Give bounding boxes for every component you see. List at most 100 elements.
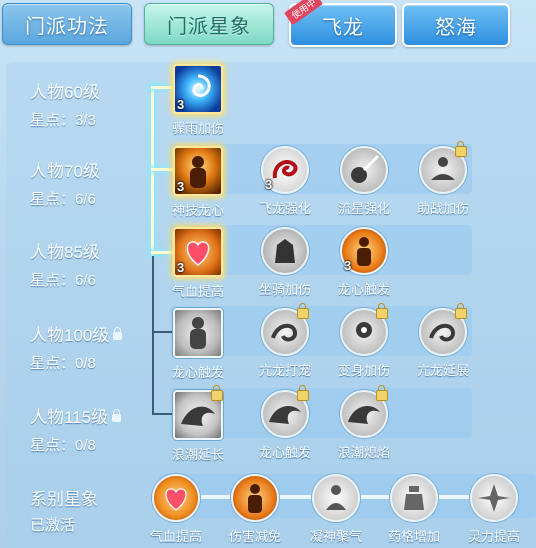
lock-icon (297, 385, 309, 401)
tab-flying-dragon[interactable]: 使用中 飞龙 (284, 0, 397, 47)
node-label: 气血提高 (171, 284, 224, 299)
level-value: 人物100级 (30, 326, 110, 345)
tab-angry-sea[interactable]: 怒海 (402, 3, 510, 47)
dragon-coil-icon (419, 303, 467, 356)
row-label-115: 人物115级 星点：0/8 (30, 403, 122, 455)
node-label: 助战加伤 (416, 201, 469, 216)
connector-line (151, 86, 154, 256)
storm-icon: 3 (173, 64, 223, 114)
node-label: 飞龙强化 (258, 201, 311, 216)
node-label: 亢龙打宠 (258, 363, 311, 378)
lock-icon (113, 327, 123, 340)
transform-icon (340, 303, 388, 356)
node-dragon-heart-trigger-2[interactable]: 龙心触发 (158, 308, 238, 381)
points-text: 星点：6/6 (30, 191, 96, 208)
node-kanglong-pet[interactable]: 亢龙打宠 (245, 303, 325, 379)
heart-icon (152, 474, 200, 522)
node-tide-extend[interactable]: 浪潮延长 (158, 385, 238, 463)
node-kanglong-extend[interactable]: 亢龙延展 (403, 303, 483, 379)
meteor-icon (340, 146, 388, 194)
series-status: 已激活 (30, 517, 76, 534)
series-title: 系别星象 (30, 490, 98, 509)
fire-figure-icon: 3 (340, 227, 388, 275)
figure-icon (173, 308, 223, 358)
meditate-icon (419, 141, 467, 194)
node-label: 亢龙延展 (416, 363, 469, 378)
node-label: 灵力提高 (467, 529, 520, 544)
level-value: 人物115级 (30, 408, 109, 427)
node-label: 流星强化 (337, 201, 390, 216)
node-dragon-heart-trigger-3[interactable]: 龙心触发 (245, 385, 325, 461)
level-text: 人物115级 (30, 403, 122, 428)
wave-icon (340, 385, 388, 438)
lock-icon (455, 303, 467, 319)
node-label: 坐骑加伤 (258, 282, 311, 297)
points-text: 星点：0/8 (30, 355, 96, 372)
node-storm[interactable]: 3 骤雨加伤 (158, 64, 238, 137)
heart-icon: 3 (173, 227, 223, 277)
series-damage-reduce[interactable]: 伤害减免 (215, 474, 295, 545)
star-count: 3 (344, 258, 352, 273)
level-text: 人物85级 (30, 243, 100, 262)
dragon-heart-icon: 3 (173, 146, 223, 196)
series-hp-boost[interactable]: 气血提高 (136, 474, 216, 545)
row-label-70: 人物70级 星点：6/6 (30, 157, 100, 209)
star-count: 3 (265, 177, 273, 192)
lock-icon (376, 303, 388, 319)
lock-icon (211, 385, 223, 401)
dragon-icon: 3 (261, 146, 309, 194)
node-flying-dragon[interactable]: 3 飞龙强化 (245, 146, 325, 217)
tab-sect-skills[interactable]: 门派功法 (2, 3, 132, 45)
tab-sect-constellation[interactable]: 门派星象 (144, 3, 274, 45)
level-text: 人物70级 (30, 162, 100, 181)
connector-line (152, 256, 154, 414)
node-meteor[interactable]: 流星强化 (324, 146, 404, 217)
row-label-100: 人物100级 星点：0/8 (30, 321, 123, 373)
wave-icon (173, 385, 223, 440)
node-label: 神技龙心 (171, 203, 224, 218)
series-focus[interactable]: 凝神聚气 (296, 474, 376, 545)
beast-icon (261, 227, 309, 275)
node-dragon-heart-trigger[interactable]: 3 龙心触发 (324, 227, 404, 298)
node-mount-damage[interactable]: 坐骑加伤 (245, 227, 325, 298)
node-assist-damage[interactable]: 助战加伤 (403, 141, 483, 217)
node-label: 气血提高 (149, 529, 202, 544)
lock-icon (297, 303, 309, 319)
node-label: 龙心触发 (171, 365, 224, 380)
dragon-coil-icon (261, 303, 309, 356)
node-label: 骤雨加伤 (171, 121, 224, 136)
node-tide-quench[interactable]: 浪潮熄焰 (324, 385, 404, 461)
node-transform-damage[interactable]: 变身加伤 (324, 303, 404, 379)
points-text: 星点：0/8 (30, 437, 96, 454)
series-spirit[interactable]: 灵力提高 (454, 474, 534, 545)
node-label: 凝神聚气 (309, 529, 362, 544)
node-hp-boost[interactable]: 3 气血提高 (158, 227, 238, 300)
row-label-60: 人物60级 星点：3/3 (30, 78, 100, 130)
lock-icon (376, 385, 388, 401)
node-label: 伤害减免 (228, 529, 281, 544)
star-count: 3 (177, 179, 185, 194)
tab-bar: 门派功法 门派星象 使用中 飞龙 怒海 (0, 0, 536, 50)
level-text: 人物100级 (30, 321, 123, 346)
lock-icon (112, 409, 122, 422)
level-text: 人物60级 (30, 83, 100, 102)
row-label-85: 人物85级 星点：6/6 (30, 238, 100, 290)
node-label: 药格增加 (387, 529, 440, 544)
series-label: 系别星象 已激活 (30, 485, 98, 535)
star-count: 3 (177, 260, 185, 275)
node-dragon-heart[interactable]: 3 神技龙心 (158, 146, 238, 219)
node-label: 变身加伤 (337, 363, 390, 378)
potion-icon (390, 474, 438, 522)
star-count: 3 (177, 97, 185, 112)
node-label: 龙心触发 (258, 445, 311, 460)
node-label: 浪潮熄焰 (337, 445, 390, 460)
node-label: 龙心触发 (337, 282, 390, 297)
node-label: 浪潮延长 (171, 447, 224, 462)
in-use-badge: 使用中 (284, 0, 323, 26)
lock-icon (455, 141, 467, 157)
points-text: 星点：6/6 (30, 272, 96, 289)
series-potion[interactable]: 药格增加 (374, 474, 454, 545)
shield-figure-icon (231, 474, 279, 522)
tab-label: 飞龙 (322, 16, 364, 39)
points-text: 星点：3/3 (30, 112, 96, 129)
